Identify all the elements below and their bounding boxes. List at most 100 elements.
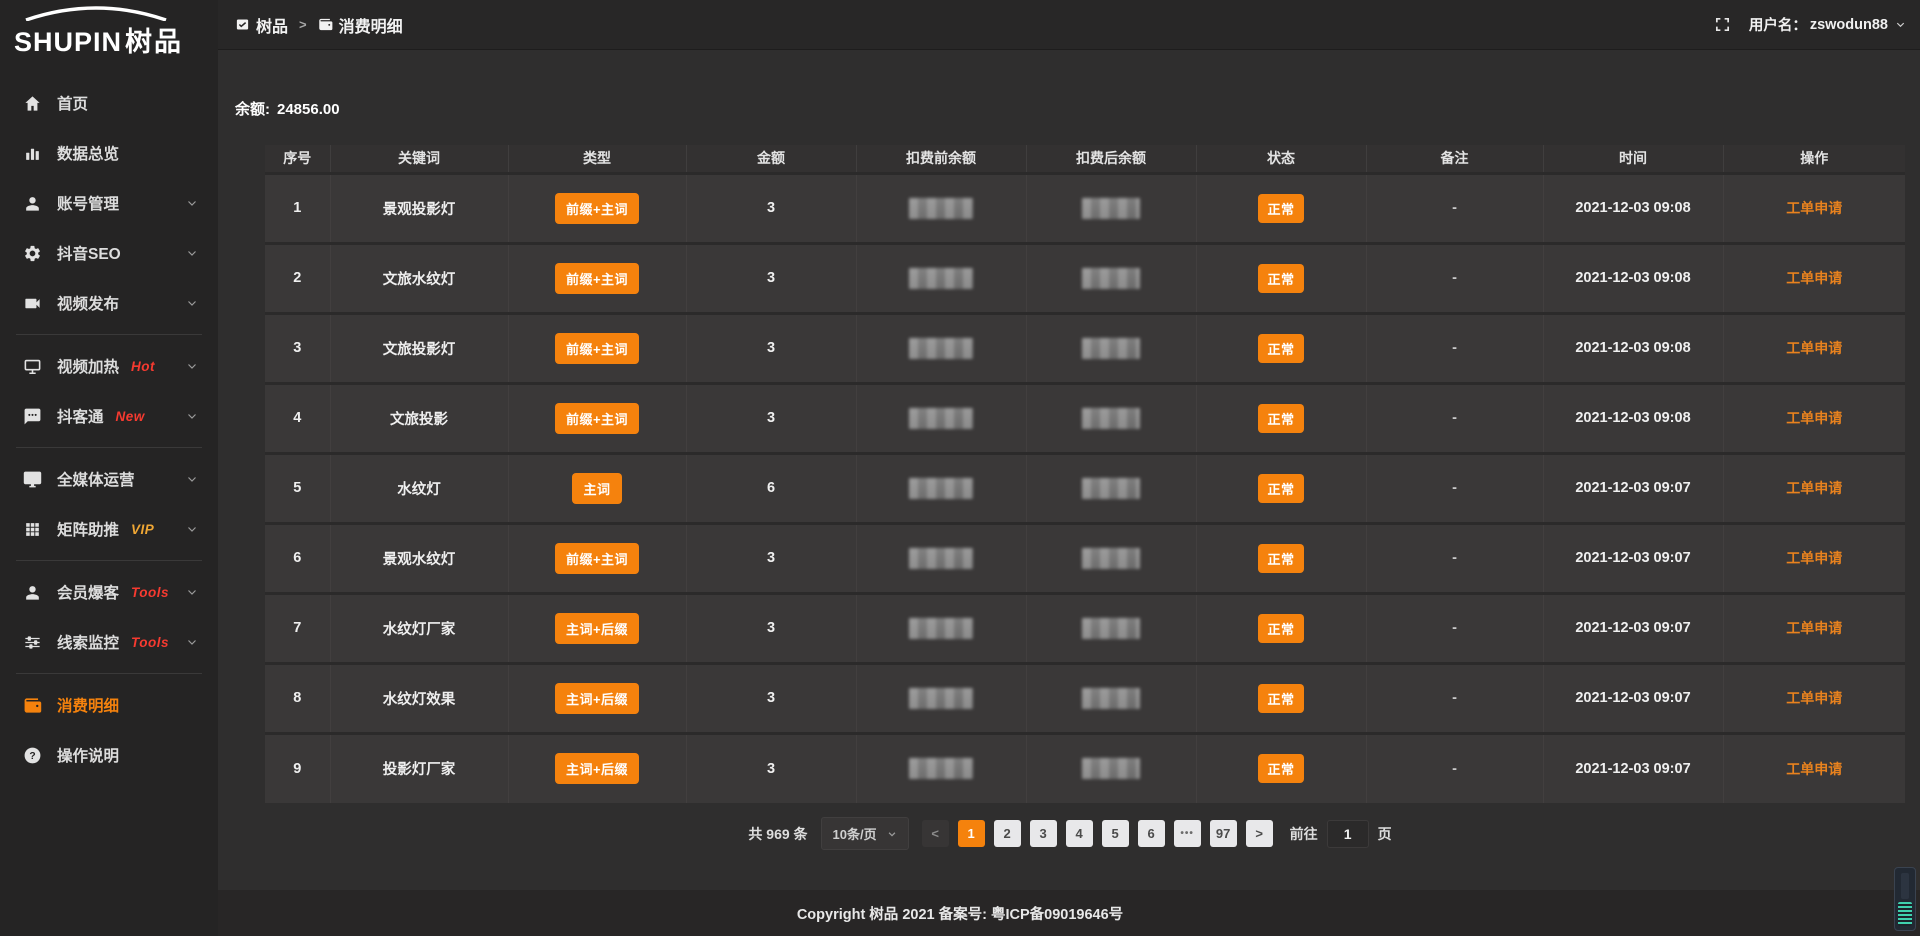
screen-icon bbox=[23, 357, 42, 376]
sidebar-nav: 首页数据总览账号管理抖音SEO 视频发布视频加热Hot抖客通New 全媒体运营矩阵助… bbox=[0, 64, 218, 780]
pager-ellipsis[interactable]: ••• bbox=[1174, 820, 1201, 847]
page-button-5[interactable]: 5 bbox=[1102, 820, 1129, 847]
type-badge: 前缀+主词 bbox=[555, 543, 639, 574]
cell-balance-after bbox=[1026, 453, 1196, 523]
type-badge: 主词+后缀 bbox=[555, 683, 639, 714]
sidebar-item-clue-monitor[interactable]: 线索监控Tools bbox=[0, 617, 218, 667]
cell-action: 工单申请 bbox=[1723, 733, 1905, 803]
ticket-apply-link[interactable]: 工单申请 bbox=[1786, 761, 1842, 777]
ticket-apply-link[interactable]: 工单申请 bbox=[1786, 270, 1842, 286]
cell-balance-before bbox=[856, 173, 1026, 243]
sidebar-item-all-media[interactable]: 全媒体运营 bbox=[0, 454, 218, 504]
chevron-down-icon bbox=[186, 297, 198, 309]
cell-remark: - bbox=[1366, 733, 1543, 803]
cell-amount: 3 bbox=[686, 243, 856, 313]
cell-index: 7 bbox=[265, 593, 330, 663]
pagination: 共 969 条 10条/页 < 123456•••97 > 前往 页 bbox=[235, 817, 1905, 850]
cell-remark: - bbox=[1366, 173, 1543, 243]
home-icon bbox=[23, 94, 42, 113]
cell-amount: 3 bbox=[686, 663, 856, 733]
cell-balance-after bbox=[1026, 313, 1196, 383]
member-icon bbox=[23, 583, 42, 602]
sidebar-item-consumption-detail[interactable]: 消费明细 bbox=[0, 680, 218, 730]
ticket-apply-link[interactable]: 工单申请 bbox=[1786, 340, 1842, 356]
sidebar-item-label: 账号管理 bbox=[57, 192, 119, 214]
sidebar-item-video-publish[interactable]: 视频发布 bbox=[0, 278, 218, 328]
column-header: 扣费后余额 bbox=[1026, 145, 1196, 173]
table-header-row: 序号关键词类型金额扣费前余额扣费后余额状态备注时间操作 bbox=[265, 145, 1905, 173]
sidebar-item-label: 抖音SEO bbox=[57, 242, 121, 264]
ticket-apply-link[interactable]: 工单申请 bbox=[1786, 480, 1842, 496]
logo-arc bbox=[20, 6, 172, 21]
cell-type: 主词+后缀 bbox=[508, 733, 686, 803]
sidebar-item-label: 全媒体运营 bbox=[57, 468, 135, 490]
balance-label: 余额: bbox=[235, 101, 270, 118]
sidebar-item-account-management[interactable]: 账号管理 bbox=[0, 178, 218, 228]
page-button-3[interactable]: 3 bbox=[1030, 820, 1057, 847]
sidebar-item-label: 抖客通 bbox=[57, 405, 104, 427]
fullscreen-icon[interactable] bbox=[1714, 16, 1731, 33]
column-header: 类型 bbox=[508, 145, 686, 173]
sidebar-item-video-heat[interactable]: 视频加热Hot bbox=[0, 341, 218, 391]
cell-index: 6 bbox=[265, 523, 330, 593]
cell-keyword: 文旅水纹灯 bbox=[330, 243, 508, 313]
next-page-button[interactable]: > bbox=[1246, 820, 1273, 847]
svg-text:?: ? bbox=[29, 751, 35, 762]
cell-action: 工单申请 bbox=[1723, 173, 1905, 243]
status-badge: 正常 bbox=[1258, 684, 1303, 713]
sidebar-item-label: 视频加热 bbox=[57, 355, 119, 377]
sidebar-item-member-burst[interactable]: 会员爆客Tools bbox=[0, 567, 218, 617]
cell-balance-after bbox=[1026, 243, 1196, 313]
floating-widget[interactable] bbox=[1894, 867, 1916, 931]
ticket-apply-link[interactable]: 工单申请 bbox=[1786, 200, 1842, 216]
gear-icon bbox=[23, 244, 42, 263]
cell-remark: - bbox=[1366, 593, 1543, 663]
type-badge: 前缀+主词 bbox=[555, 403, 639, 434]
page-size-select[interactable]: 10条/页 bbox=[821, 817, 909, 850]
chart-icon bbox=[23, 144, 42, 163]
chevron-down-icon bbox=[887, 829, 897, 839]
sidebar-item-matrix-boost[interactable]: 矩阵助推VIP bbox=[0, 504, 218, 554]
cell-amount: 3 bbox=[686, 593, 856, 663]
page-button-4[interactable]: 4 bbox=[1066, 820, 1093, 847]
ticket-apply-link[interactable]: 工单申请 bbox=[1786, 620, 1842, 636]
prev-page-button[interactable]: < bbox=[922, 820, 949, 847]
video-icon bbox=[23, 294, 42, 313]
ticket-apply-link[interactable]: 工单申请 bbox=[1786, 410, 1842, 426]
user-menu[interactable]: 用户名：zswodun88 bbox=[1749, 14, 1906, 35]
sidebar-item-home[interactable]: 首页 bbox=[0, 78, 218, 128]
ticket-apply-link[interactable]: 工单申请 bbox=[1786, 550, 1842, 566]
page-button-97[interactable]: 97 bbox=[1210, 820, 1237, 847]
status-badge: 正常 bbox=[1258, 474, 1303, 503]
cell-status: 正常 bbox=[1196, 383, 1366, 453]
sidebar-item-douketong[interactable]: 抖客通New bbox=[0, 391, 218, 441]
cell-type: 前缀+主词 bbox=[508, 523, 686, 593]
cell-keyword: 景观水纹灯 bbox=[330, 523, 508, 593]
type-badge: 主词+后缀 bbox=[555, 753, 639, 784]
cell-remark: - bbox=[1366, 243, 1543, 313]
cell-balance-after bbox=[1026, 593, 1196, 663]
help-icon: ? bbox=[23, 746, 42, 765]
cell-type: 主词+后缀 bbox=[508, 593, 686, 663]
cell-status: 正常 bbox=[1196, 243, 1366, 313]
page-button-1[interactable]: 1 bbox=[958, 820, 985, 847]
sidebar-item-label: 数据总览 bbox=[57, 142, 119, 164]
chevron-down-icon bbox=[186, 473, 198, 485]
table-row: 5水纹灯主词6正常-2021-12-03 09:07工单申请 bbox=[265, 453, 1905, 523]
chat-icon bbox=[23, 407, 42, 426]
cell-keyword: 景观投影灯 bbox=[330, 173, 508, 243]
page-button-6[interactable]: 6 bbox=[1138, 820, 1165, 847]
sidebar-item-operation-guide[interactable]: ?操作说明 bbox=[0, 730, 218, 780]
monitor-icon bbox=[23, 470, 42, 489]
breadcrumb-home[interactable]: 树品 bbox=[235, 13, 288, 37]
cell-remark: - bbox=[1366, 523, 1543, 593]
cell-index: 8 bbox=[265, 663, 330, 733]
goto-page-input[interactable] bbox=[1327, 820, 1369, 848]
cell-keyword: 水纹灯效果 bbox=[330, 663, 508, 733]
cell-balance-before bbox=[856, 663, 1026, 733]
sidebar-item-douyin-seo[interactable]: 抖音SEO bbox=[0, 228, 218, 278]
ticket-apply-link[interactable]: 工单申请 bbox=[1786, 690, 1842, 706]
page-button-2[interactable]: 2 bbox=[994, 820, 1021, 847]
cell-time: 2021-12-03 09:08 bbox=[1543, 243, 1723, 313]
sidebar-item-data-overview[interactable]: 数据总览 bbox=[0, 128, 218, 178]
